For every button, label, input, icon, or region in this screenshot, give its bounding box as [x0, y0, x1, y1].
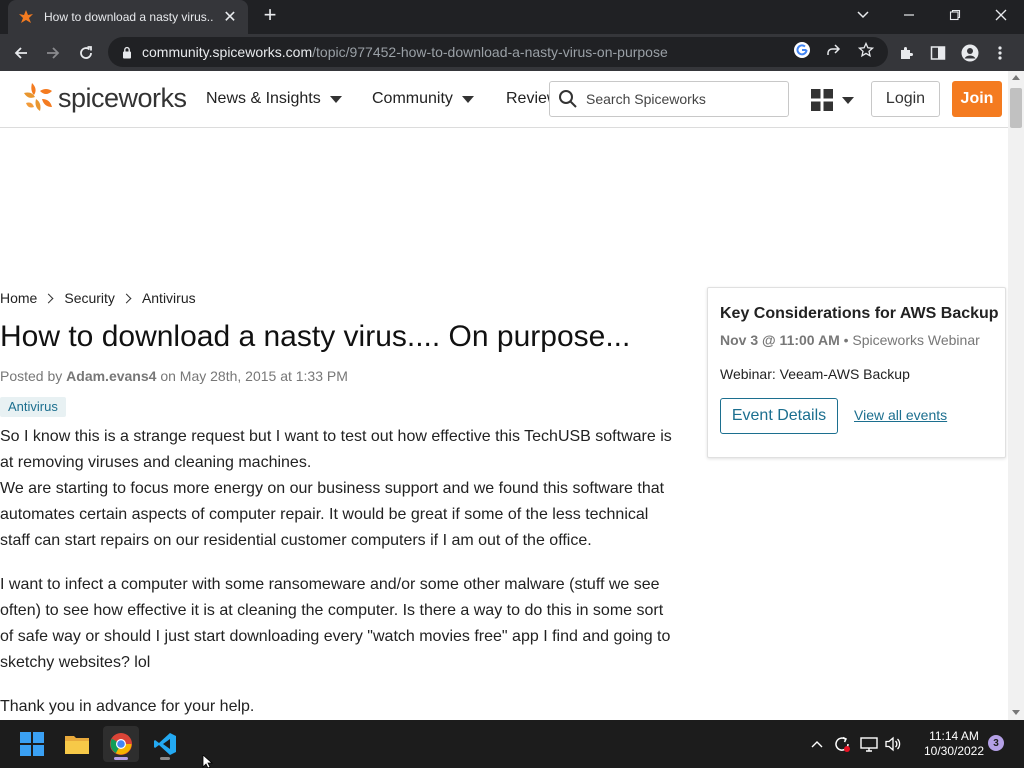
login-button[interactable]: Login — [871, 81, 940, 117]
spiceworks-logo-icon — [24, 83, 52, 111]
scroll-thumb[interactable] — [1010, 88, 1022, 128]
view-all-events-link[interactable]: View all events — [854, 407, 947, 423]
chevron-down-icon — [329, 95, 342, 103]
chrome-icon — [110, 733, 132, 755]
new-tab-icon[interactable]: + — [258, 4, 282, 28]
spiceworks-logo[interactable]: spiceworks — [22, 81, 187, 115]
clock-time: 11:14 AM — [929, 729, 979, 743]
event-datetime: Nov 3 @ 11:00 AM — [720, 332, 840, 348]
browser-toolbar: community.spiceworks.com/topic/977452-ho… — [0, 34, 1024, 71]
windows-logo-icon — [20, 732, 44, 756]
search-box[interactable] — [549, 81, 789, 117]
url-text: community.spiceworks.com/topic/977452-ho… — [142, 44, 668, 60]
browser-titlebar: How to download a nasty virus... ✕ + — [0, 0, 1024, 34]
vscode-button[interactable] — [147, 726, 183, 762]
posted-by-label: Posted by — [0, 368, 63, 384]
chevron-down-icon — [842, 96, 854, 104]
breadcrumb-security[interactable]: Security — [64, 290, 115, 306]
event-meta: Nov 3 @ 11:00 AM • Spiceworks Webinar — [720, 332, 980, 348]
scroll-up-arrow-icon[interactable] — [1012, 75, 1020, 80]
taskbar: 11:14 AM 10/30/2022 — [0, 720, 1024, 768]
network-icon[interactable] — [859, 734, 879, 754]
chevron-right-icon — [121, 293, 132, 303]
event-details-button[interactable]: Event Details — [720, 398, 838, 434]
active-app-indicator — [114, 757, 128, 760]
taskbar-clock[interactable]: 11:14 AM 10/30/2022 — [912, 729, 996, 759]
vscode-icon — [154, 733, 176, 755]
folder-icon — [65, 736, 89, 754]
nav-reviews[interactable]: Reviews — [506, 90, 549, 108]
tab-search-icon[interactable] — [840, 0, 886, 30]
chevron-right-icon — [43, 293, 54, 303]
page-title: How to download a nasty virus.... On pur… — [0, 320, 631, 353]
minimize-icon[interactable] — [886, 0, 932, 30]
notification-badge[interactable]: 3 — [988, 735, 1004, 751]
more-menu-icon[interactable] — [990, 43, 1010, 63]
breadcrumb-home[interactable]: Home — [0, 290, 37, 306]
site-header: spiceworks News & Insights Community Rev… — [0, 71, 1008, 128]
profile-icon[interactable] — [960, 43, 980, 63]
forward-icon[interactable] — [40, 40, 66, 66]
post-paragraph-3: I want to infect a computer with some ra… — [0, 576, 671, 671]
nav-reviews-label: Reviews — [506, 90, 549, 107]
search-input[interactable] — [586, 91, 776, 107]
post-paragraph-1-text: So I know this is a strange request but … — [0, 428, 672, 471]
restore-icon[interactable] — [932, 0, 978, 30]
event-description: Webinar: Veeam-AWS Backup — [720, 366, 910, 382]
tray-overflow-icon[interactable] — [807, 734, 827, 754]
author-link[interactable]: Adam.evans4 — [66, 368, 156, 384]
event-type: • Spiceworks Webinar — [843, 332, 980, 348]
chevron-down-icon — [461, 95, 474, 103]
running-app-indicator — [160, 757, 170, 760]
file-explorer-button[interactable] — [59, 726, 95, 762]
nav-community-label: Community — [372, 90, 453, 107]
event-title[interactable]: Key Considerations for AWS Backup — [720, 305, 999, 323]
event-card: Key Considerations for AWS Backup Nov 3 … — [707, 287, 1006, 458]
spiceworks-favicon-icon — [19, 10, 33, 23]
extensions-icon[interactable] — [896, 43, 916, 63]
address-bar[interactable]: community.spiceworks.com/topic/977452-ho… — [108, 37, 888, 67]
google-lens-icon[interactable] — [793, 41, 811, 59]
reload-icon[interactable] — [73, 40, 99, 66]
post-paragraph-2-text: We are starting to focus more energy on … — [0, 480, 665, 549]
nav-news-insights[interactable]: News & Insights — [206, 90, 342, 108]
share-icon[interactable] — [825, 41, 843, 59]
close-window-icon[interactable] — [978, 0, 1024, 30]
clock-date: 10/30/2022 — [923, 744, 985, 758]
post-paragraph-4: Thank you in advance for your help. — [0, 698, 255, 715]
page-scrollbar[interactable] — [1008, 71, 1024, 720]
side-panel-icon[interactable] — [928, 43, 948, 63]
breadcrumb-antivirus[interactable]: Antivirus — [142, 290, 196, 306]
bookmark-star-icon[interactable] — [857, 41, 875, 59]
nav-news-insights-label: News & Insights — [206, 90, 321, 107]
logo-text: spiceworks — [58, 82, 187, 113]
sync-icon[interactable] — [832, 734, 852, 754]
mouse-cursor-icon — [202, 755, 214, 768]
join-button[interactable]: Join — [952, 81, 1002, 117]
browser-tab[interactable]: How to download a nasty virus... ✕ — [8, 0, 248, 34]
nav-community[interactable]: Community — [372, 90, 474, 108]
post-date: on May 28th, 2015 at 1:33 PM — [160, 368, 348, 384]
tab-title: How to download a nasty virus... — [44, 10, 214, 24]
apps-menu-button[interactable] — [810, 88, 854, 112]
scroll-down-arrow-icon[interactable] — [1012, 710, 1020, 715]
volume-icon[interactable] — [883, 734, 903, 754]
tab-close-icon[interactable]: ✕ — [222, 7, 238, 27]
chrome-button[interactable] — [103, 726, 139, 762]
breadcrumb: Home Security Antivirus — [0, 290, 196, 306]
post-meta: Posted by Adam.evans4 on May 28th, 2015 … — [0, 368, 348, 384]
start-button[interactable] — [14, 726, 50, 762]
search-icon — [559, 90, 577, 108]
tag-antivirus[interactable]: Antivirus — [0, 397, 66, 417]
grid-icon — [811, 89, 833, 111]
post-paragraph-1: So I know this is a strange request but … — [0, 424, 680, 554]
lock-icon — [123, 46, 131, 58]
back-icon[interactable] — [8, 40, 34, 66]
